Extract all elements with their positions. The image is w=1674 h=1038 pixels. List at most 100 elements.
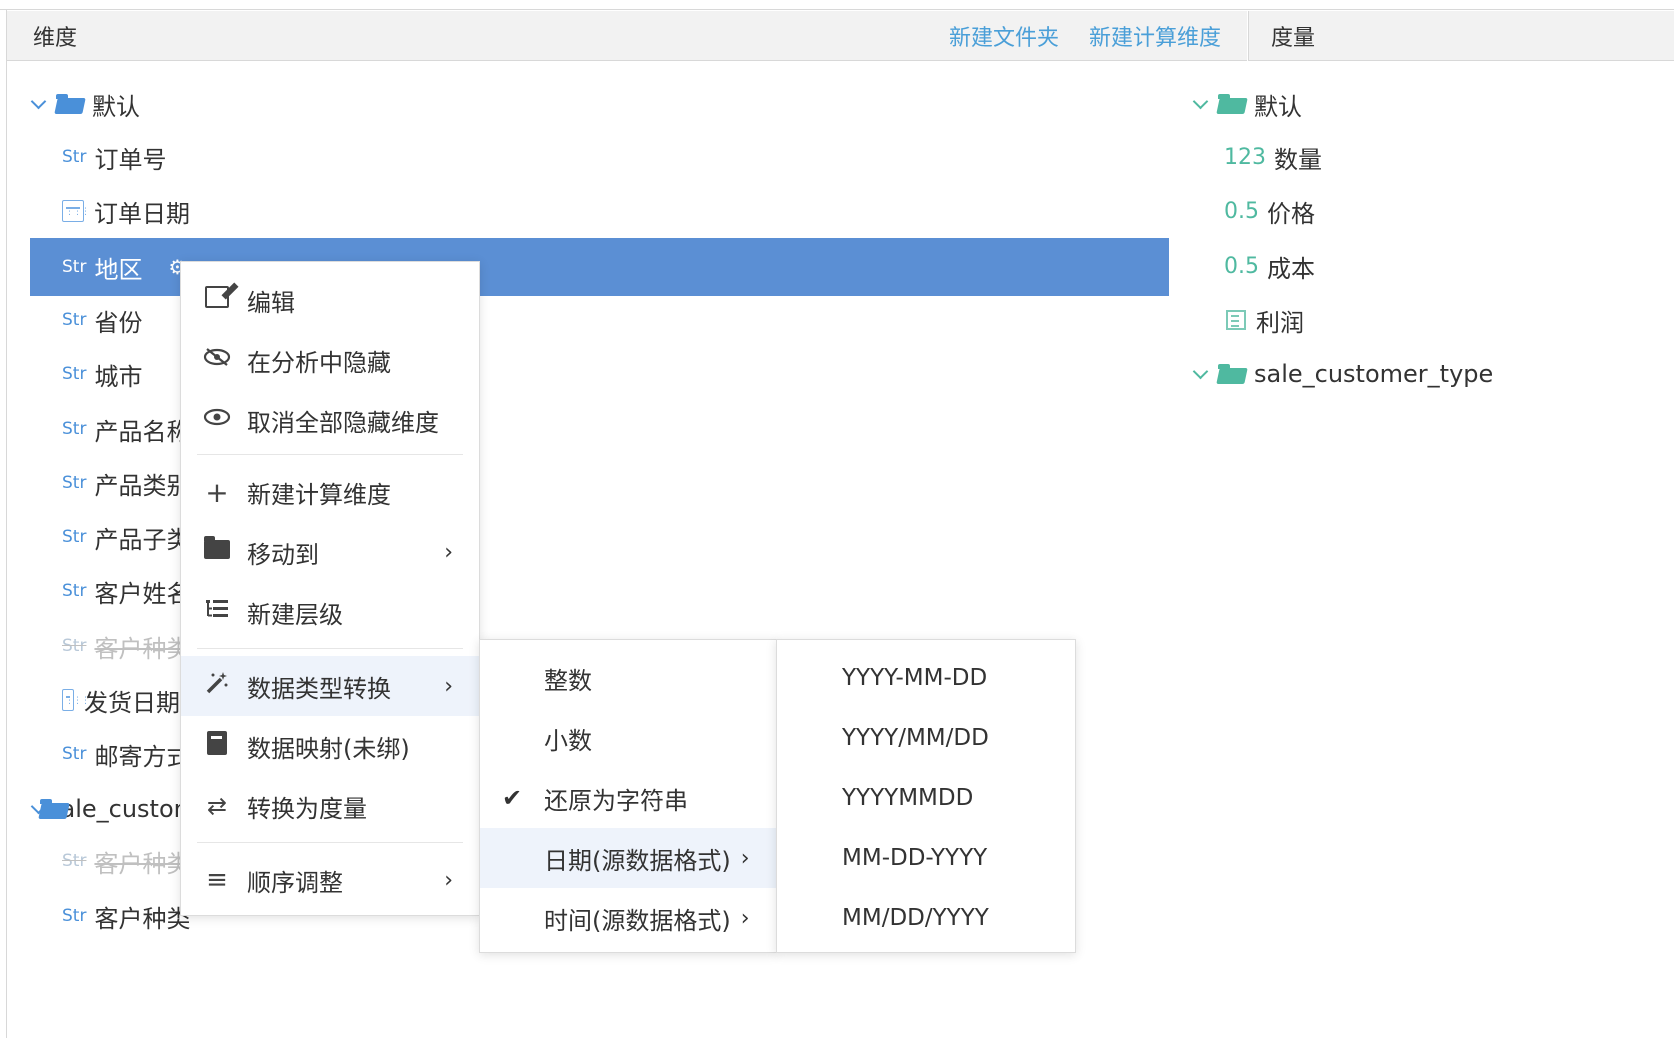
dimension-field-row[interactable]: Str 客户种类 bbox=[62, 887, 192, 945]
dimension-field-row-hidden[interactable]: Str 客户种类 bbox=[62, 617, 180, 675]
menu-item-label: 编辑 bbox=[247, 288, 295, 317]
field-label: 客户姓名 bbox=[94, 579, 180, 608]
folder-open-icon bbox=[1218, 94, 1246, 114]
menu-item-hide-in-analysis[interactable]: 在分析中隐藏 bbox=[181, 330, 479, 390]
menu-item-unhide-all-dimensions[interactable]: 取消全部隐藏维度 bbox=[181, 390, 479, 450]
measure-field-row[interactable]: 利润 bbox=[1226, 291, 1526, 349]
left-border bbox=[6, 10, 7, 1038]
submenu-item-decimal[interactable]: 小数 bbox=[480, 708, 776, 768]
field-context-menu: 编辑 在分析中隐藏 取消全部隐藏维度 + 新建计算维度 移动到 › 新建层级 数… bbox=[180, 261, 480, 916]
new-calculated-dimension-link[interactable]: 新建计算维度 bbox=[1089, 20, 1221, 52]
string-type-icon: Str bbox=[62, 473, 87, 493]
measure-group-default[interactable]: 默认 bbox=[1192, 75, 1592, 133]
measure-group-sale-customer-type[interactable]: sale_customer_type bbox=[1192, 345, 1612, 403]
calculated-field-icon bbox=[1226, 310, 1246, 330]
dimension-field-row[interactable]: Str 产品子类 bbox=[62, 508, 180, 566]
menu-item-move-to[interactable]: 移动到 › bbox=[181, 522, 479, 582]
folder-open-icon bbox=[1218, 364, 1246, 384]
eye-slash-icon bbox=[203, 347, 231, 373]
measure-panel-title: 度量 bbox=[1271, 25, 1316, 51]
hierarchy-icon bbox=[203, 598, 231, 626]
menu-item-convert-to-measure[interactable]: ⇄ 转换为度量 bbox=[181, 776, 479, 836]
submenu-item-time-source-format[interactable]: 时间(源数据格式) › bbox=[480, 888, 776, 948]
chevron-down-icon[interactable] bbox=[1192, 366, 1208, 382]
date-format-option[interactable]: YYYYMMDD bbox=[777, 768, 1075, 828]
dimension-field-row[interactable]: 订单日期 bbox=[62, 182, 462, 240]
submenu-item-label: 时间(源数据格式) bbox=[544, 906, 731, 935]
chevron-down-icon[interactable] bbox=[30, 96, 46, 112]
field-label: 产品子类 bbox=[94, 525, 180, 554]
menu-item-label: 新建计算维度 bbox=[247, 480, 391, 509]
date-format-option[interactable]: MM/DD/YYYY bbox=[777, 888, 1075, 948]
menu-item-data-type-conversion[interactable]: 数据类型转换 › bbox=[181, 656, 479, 716]
book-icon bbox=[203, 731, 231, 761]
swap-icon: ⇄ bbox=[206, 792, 228, 820]
field-label: 订单日期 bbox=[94, 199, 190, 228]
submenu-item-label: 整数 bbox=[544, 666, 592, 695]
measure-field-row[interactable]: 0.5 价格 bbox=[1224, 182, 1524, 240]
dimension-field-row[interactable]: Str 客户姓名 bbox=[62, 562, 180, 620]
dimension-field-row[interactable]: 发货日期 bbox=[62, 671, 180, 729]
eye-icon bbox=[203, 407, 231, 433]
dimension-panel-title: 维度 bbox=[33, 25, 78, 51]
chevron-right-icon: › bbox=[740, 845, 750, 871]
string-type-icon: Str bbox=[62, 636, 87, 656]
field-label: 省份 bbox=[94, 308, 143, 337]
dimension-field-row-hidden[interactable]: Str 客户种类 bbox=[62, 832, 180, 890]
chevron-right-icon: › bbox=[444, 539, 453, 565]
list-icon: ≡ bbox=[206, 865, 228, 895]
folder-icon bbox=[203, 535, 231, 565]
chevron-right-icon: › bbox=[444, 867, 453, 893]
menu-item-label: 在分析中隐藏 bbox=[247, 348, 391, 377]
menu-item-label: 数据类型转换 bbox=[247, 674, 391, 703]
string-type-icon: Str bbox=[62, 744, 87, 764]
menu-divider bbox=[197, 842, 463, 843]
dimension-field-row[interactable]: Str 产品名称 bbox=[62, 400, 180, 458]
field-label: 数量 bbox=[1274, 145, 1322, 174]
field-label: 产品名称 bbox=[94, 417, 180, 446]
string-type-icon: Str bbox=[62, 147, 87, 167]
submenu-item-integer[interactable]: 整数 bbox=[480, 648, 776, 708]
edit-icon bbox=[203, 286, 231, 314]
menu-item-new-hierarchy[interactable]: 新建层级 bbox=[181, 582, 479, 642]
field-label: 价格 bbox=[1267, 199, 1315, 228]
measure-field-row[interactable]: 123 数量 bbox=[1224, 128, 1524, 186]
date-format-option[interactable]: YYYY/MM/DD bbox=[777, 708, 1075, 768]
string-type-icon: Str bbox=[62, 257, 87, 277]
dimension-field-row[interactable]: Str 订单号 bbox=[62, 128, 462, 186]
date-format-option[interactable]: MM-DD-YYYY bbox=[777, 828, 1075, 888]
menu-item-data-mapping[interactable]: 数据映射(未绑) bbox=[181, 716, 479, 776]
menu-divider bbox=[197, 454, 463, 455]
chevron-down-icon[interactable] bbox=[1192, 96, 1208, 112]
date-format-option[interactable]: YYYY-MM-DD bbox=[777, 648, 1075, 708]
field-label: 客户种类 bbox=[94, 849, 180, 878]
menu-item-reorder[interactable]: ≡ 顺序调整 › bbox=[181, 850, 479, 910]
menu-item-new-calculated-dimension[interactable]: + 新建计算维度 bbox=[181, 462, 479, 522]
integer-type-icon: 123 bbox=[1224, 144, 1266, 170]
string-type-icon: Str bbox=[62, 581, 87, 601]
dimension-field-row[interactable]: Str 产品类别 bbox=[62, 454, 180, 512]
measure-field-row[interactable]: 0.5 成本 bbox=[1224, 237, 1524, 295]
string-type-icon: Str bbox=[62, 527, 87, 547]
new-folder-link[interactable]: 新建文件夹 bbox=[949, 20, 1059, 52]
string-type-icon: Str bbox=[62, 419, 87, 439]
menu-item-edit[interactable]: 编辑 bbox=[181, 270, 479, 330]
field-label: 成本 bbox=[1267, 254, 1315, 283]
menu-item-label: 数据映射(未绑) bbox=[247, 734, 410, 763]
dimension-field-row[interactable]: Str 邮寄方式 bbox=[62, 725, 180, 783]
dimension-field-row[interactable]: Str 城市 bbox=[62, 345, 172, 403]
menu-item-label: 取消全部隐藏维度 bbox=[247, 408, 439, 437]
data-type-submenu: 整数 小数 ✔ 还原为字符串 日期(源数据格式) › 时间(源数据格式) › bbox=[479, 639, 777, 953]
field-label: 城市 bbox=[94, 362, 143, 391]
submenu-item-label: 日期(源数据格式) bbox=[544, 846, 731, 875]
field-label: 地区 bbox=[94, 255, 143, 284]
submenu-item-date-source-format[interactable]: 日期(源数据格式) › bbox=[480, 828, 776, 888]
decimal-type-icon: 0.5 bbox=[1224, 198, 1259, 224]
folder-open-icon bbox=[56, 94, 84, 114]
dimension-field-row[interactable]: Str 省份 bbox=[62, 291, 172, 349]
submenu-item-restore-string[interactable]: ✔ 还原为字符串 bbox=[480, 768, 776, 828]
decimal-type-icon: 0.5 bbox=[1224, 253, 1259, 279]
field-label: 订单号 bbox=[94, 145, 167, 174]
dimension-group-sale-customer-type[interactable]: sale_customer_type bbox=[30, 780, 180, 838]
dimension-group-default[interactable]: 默认 bbox=[30, 75, 430, 133]
